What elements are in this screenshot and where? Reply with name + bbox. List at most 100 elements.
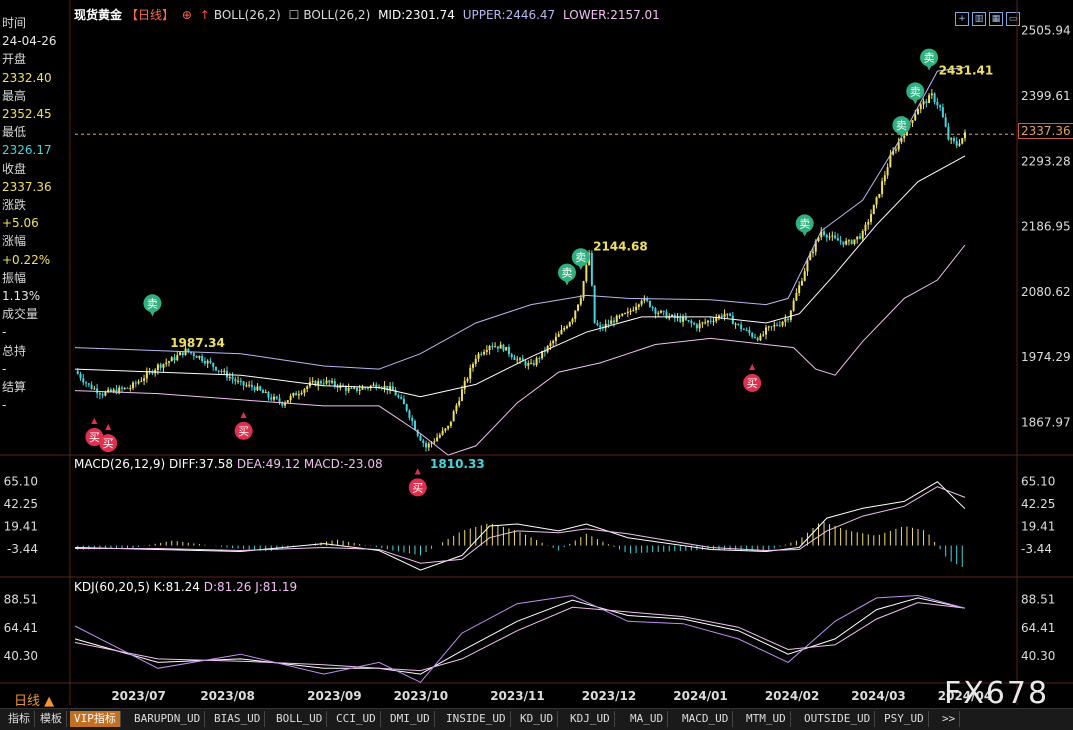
candle-body xyxy=(264,392,267,394)
candle-body xyxy=(223,370,226,372)
signal-label: 买 xyxy=(89,431,100,444)
candle-body xyxy=(811,251,814,254)
candle-body xyxy=(306,386,309,390)
candle-body xyxy=(93,388,96,390)
candle-body xyxy=(928,95,931,104)
tab-14[interactable]: OUTSIDE_UD xyxy=(800,711,876,727)
kdj-y-tick: 88.51 xyxy=(4,593,38,607)
candle-body xyxy=(872,204,875,215)
chart-canvas[interactable]: 2505.94 2399.61 2293.28 2186.95 2080.62 1974.… xyxy=(0,0,1073,705)
chart-window: 时间 24-04-26 开盘 2332.40 最高 2352.45 最低 2326.17 收盘 2… xyxy=(0,0,1073,730)
candle-body xyxy=(170,357,173,362)
macd-y-tick: 65.10 xyxy=(4,475,38,489)
candle-body xyxy=(930,93,933,96)
tab-8[interactable]: INSIDE_UD xyxy=(442,711,511,727)
candle-body xyxy=(297,394,300,396)
candle-body xyxy=(259,386,262,391)
tab-12[interactable]: MACD_UD xyxy=(678,711,734,727)
candle-body xyxy=(267,392,270,398)
candle-body xyxy=(488,346,491,351)
candle-body xyxy=(850,240,853,244)
candle-body xyxy=(331,381,334,383)
candle-body xyxy=(789,310,792,320)
candle-body xyxy=(740,324,743,330)
tab-4[interactable]: BIAS_UD xyxy=(210,711,266,727)
current-price-box: 2337.36 xyxy=(1018,123,1073,139)
candle-body xyxy=(842,241,845,245)
candle-body xyxy=(870,214,873,222)
candle-body xyxy=(776,324,779,326)
tab-10[interactable]: KDJ_UD xyxy=(566,711,615,727)
tab-2[interactable]: VIP指标 xyxy=(70,711,121,727)
candle-body xyxy=(181,352,184,356)
extreme-price-label: 1810.33 xyxy=(430,457,485,471)
candle-body xyxy=(698,323,701,329)
y-tick-label: 2186.95 xyxy=(1021,220,1071,234)
tab-7[interactable]: DMI_UD xyxy=(386,711,435,727)
candle-body xyxy=(237,380,240,382)
x-tick-label: 2024/02 xyxy=(765,689,819,703)
candle-body xyxy=(847,240,850,242)
candle-body xyxy=(300,392,303,395)
tab-1[interactable]: 模板 xyxy=(36,711,67,727)
candle-body xyxy=(499,344,502,349)
tab-6[interactable]: CCI_UD xyxy=(332,711,381,727)
candle-body xyxy=(552,341,555,344)
candle-body xyxy=(964,132,966,139)
candle-body xyxy=(397,395,400,398)
candle-body xyxy=(941,107,944,118)
tab-15[interactable]: PSY_UD xyxy=(880,711,929,727)
x-tick-label: 2024/01 xyxy=(673,689,727,703)
x-tick-label: 2023/09 xyxy=(307,689,361,703)
signal-arrow-icon: ▼ xyxy=(912,96,919,105)
candle-body xyxy=(834,235,837,239)
candle-body xyxy=(856,236,859,240)
candle-body xyxy=(701,322,704,324)
candle-body xyxy=(311,381,314,383)
tab-13[interactable]: MTM_UD xyxy=(742,711,791,727)
period-button[interactable]: 日线 ▲ xyxy=(14,690,54,709)
candle-body xyxy=(452,411,455,422)
candle-body xyxy=(256,386,259,391)
tab-16[interactable]: >> xyxy=(938,711,961,727)
candle-body xyxy=(483,351,486,355)
candle-body xyxy=(577,304,580,311)
candle-body xyxy=(295,393,298,396)
tab-3[interactable]: BARUPDN_UD xyxy=(130,711,206,727)
candle-body xyxy=(87,383,90,385)
candle-body xyxy=(607,323,610,325)
y-tick-label: 2293.28 xyxy=(1021,154,1071,168)
candle-body xyxy=(751,333,754,337)
candle-body xyxy=(787,318,790,320)
tab-0[interactable]: 指标 xyxy=(4,711,35,727)
candle-body xyxy=(922,101,925,105)
candle-body xyxy=(571,318,574,323)
tab-5[interactable]: BOLL_UD xyxy=(272,711,328,727)
candle-body xyxy=(132,382,135,389)
candle-body xyxy=(350,388,353,390)
candle-body xyxy=(328,380,331,383)
candle-body xyxy=(98,393,101,395)
candle-body xyxy=(96,388,99,394)
candle-body xyxy=(687,320,690,322)
tab-11[interactable]: MA_UD xyxy=(626,711,669,727)
candle-body xyxy=(413,421,416,430)
candle-body xyxy=(911,120,914,123)
candle-body xyxy=(632,310,635,312)
candle-body xyxy=(671,314,674,317)
candle-body xyxy=(530,363,533,365)
candle-body xyxy=(618,315,621,317)
candle-body xyxy=(85,382,88,384)
candle-body xyxy=(737,323,740,325)
candle-body xyxy=(695,324,698,329)
candle-body xyxy=(436,437,439,442)
candle-body xyxy=(527,363,530,366)
tab-9[interactable]: KD_UD xyxy=(516,711,559,727)
candle-body xyxy=(159,364,162,368)
candle-body xyxy=(731,315,734,325)
candle-body xyxy=(654,308,657,314)
signal-arrow-icon: ▼ xyxy=(898,130,905,139)
candle-body xyxy=(460,389,463,401)
candle-body xyxy=(234,379,237,382)
candle-body xyxy=(109,389,112,392)
